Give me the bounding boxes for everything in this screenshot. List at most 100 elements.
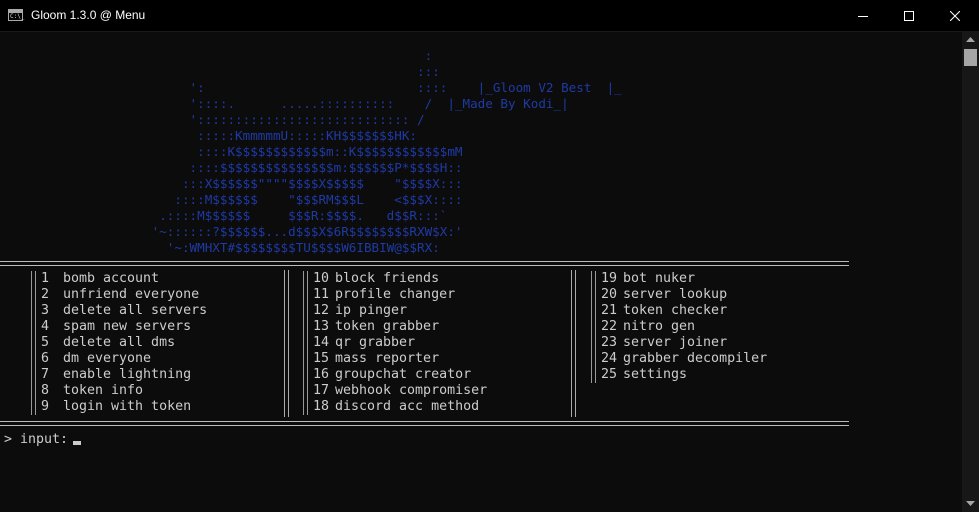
- menu-column-2: 10 block friends 11 profile changer 12 ip p…: [303, 271, 487, 415]
- menu-item-delete-all-dms[interactable]: 5 delete all dms: [31, 335, 207, 351]
- menu-item-label: settings: [623, 367, 688, 382]
- scroll-up-button[interactable]: [962, 31, 979, 48]
- menu-item-label: delete all servers: [63, 303, 208, 318]
- column-divider: [571, 270, 576, 417]
- menu-item-token-info[interactable]: 8 token info: [31, 383, 207, 399]
- vertical-scrollbar[interactable]: [962, 31, 979, 512]
- maximize-button[interactable]: [886, 0, 932, 31]
- close-icon: [950, 10, 960, 21]
- menu-item-spam-new-servers[interactable]: 4 spam new servers: [31, 319, 207, 335]
- separator-top: [0, 261, 849, 266]
- menu-item-number: 19: [601, 271, 618, 286]
- menu-item-server-lookup[interactable]: 20 server lookup: [591, 287, 767, 303]
- menu-item-number: 6: [41, 351, 50, 366]
- menu-item-label: delete all dms: [63, 335, 176, 350]
- menu-item-token-grabber[interactable]: 13 token grabber: [303, 319, 487, 335]
- menu-item-number: 5: [41, 335, 50, 350]
- menu-item-label: dm everyone: [63, 351, 152, 366]
- menu-item-label: token grabber: [335, 319, 440, 334]
- menu-item-number: 11: [313, 287, 330, 302]
- menu-item-label: mass reporter: [335, 351, 440, 366]
- menu-item-number: 10: [313, 271, 330, 286]
- menu-item-enable-lightning[interactable]: 7 enable lightning: [31, 367, 207, 383]
- menu-item-grabber-decompiler[interactable]: 24 grabber decompiler: [591, 351, 767, 367]
- menu-item-number: 9: [41, 399, 50, 414]
- menu-item-label: token info: [63, 383, 144, 398]
- menu-item-number: 12: [313, 303, 330, 318]
- menu-item-label: login with token: [63, 399, 192, 414]
- menu-item-number: 1: [41, 271, 50, 286]
- menu-item-label: server joiner: [623, 335, 728, 350]
- menu-item-label: profile changer: [335, 287, 456, 302]
- menu-item-number: 23: [601, 335, 618, 350]
- close-button[interactable]: [932, 0, 978, 31]
- scrollbar-thumb[interactable]: [964, 49, 977, 66]
- menu-item-number: 3: [41, 303, 50, 318]
- ascii-art-banner: : ::: ': :::: |_Gloom V2 Best |_ '::::. …: [151, 48, 622, 255]
- menu-item-mass-reporter[interactable]: 15 mass reporter: [303, 351, 487, 367]
- menu-item-label: groupchat creator: [335, 367, 472, 382]
- menu-item-settings[interactable]: 25 settings: [591, 367, 767, 383]
- menu-item-label: qr grabber: [335, 335, 416, 350]
- menu-item-number: 18: [313, 399, 330, 414]
- menu-item-label: server lookup: [623, 287, 728, 302]
- console-icon[interactable]: C:\_: [8, 9, 25, 21]
- menu-item-number: 17: [313, 383, 330, 398]
- menu-item-label: unfriend everyone: [63, 287, 200, 302]
- menu-item-discord-acc-method[interactable]: 18 discord acc method: [303, 399, 487, 415]
- menu-item-login-with-token[interactable]: 9 login with token: [31, 399, 207, 415]
- menu-item-number: 25: [601, 367, 618, 382]
- menu-item-ip-pinger[interactable]: 12 ip pinger: [303, 303, 487, 319]
- window-title: Gloom 1.3.0 @ Menu: [31, 8, 146, 22]
- menu-item-number: 4: [41, 319, 50, 334]
- menu-item-delete-all-servers[interactable]: 3 delete all servers: [31, 303, 207, 319]
- menu-item-label: bomb account: [63, 271, 160, 286]
- menu-item-token-checker[interactable]: 21 token checker: [591, 303, 767, 319]
- menu-item-number: 15: [313, 351, 330, 366]
- menu-item-dm-everyone[interactable]: 6 dm everyone: [31, 351, 207, 367]
- menu-item-number: 20: [601, 287, 618, 302]
- menu-item-bot-nuker[interactable]: 19 bot nuker: [591, 271, 767, 287]
- menu-item-nitro-gen[interactable]: 22 nitro gen: [591, 319, 767, 335]
- menu-item-label: nitro gen: [623, 319, 696, 334]
- menu-item-webhook-compromiser[interactable]: 17 webhook compromiser: [303, 383, 487, 399]
- menu-item-label: enable lightning: [63, 367, 192, 382]
- menu-item-groupchat-creator[interactable]: 16 groupchat creator: [303, 367, 487, 383]
- menu-item-label: grabber decompiler: [623, 351, 768, 366]
- menu-item-unfriend-everyone[interactable]: 2 unfriend everyone: [31, 287, 207, 303]
- title-bar: C:\_ Gloom 1.3.0 @ Menu: [0, 0, 979, 32]
- menu-item-number: 21: [601, 303, 618, 318]
- separator-bottom: [0, 421, 849, 426]
- maximize-icon: [904, 10, 914, 21]
- text-cursor[interactable]: [73, 441, 81, 445]
- menu-item-qr-grabber[interactable]: 14 qr grabber: [303, 335, 487, 351]
- menu-item-label: block friends: [335, 271, 440, 286]
- menu-item-label: bot nuker: [623, 271, 696, 286]
- minimize-icon: [858, 15, 868, 17]
- menu-item-bomb-account[interactable]: 1 bomb account: [31, 271, 207, 287]
- minimize-button[interactable]: [840, 0, 886, 31]
- menu-item-profile-changer[interactable]: 11 profile changer: [303, 287, 487, 303]
- menu-item-label: spam new servers: [63, 319, 192, 334]
- menu-item-number: 2: [41, 287, 50, 302]
- menu-column-1: 1 bomb account 2 unfriend everyone 3 delete…: [31, 271, 207, 415]
- menu-item-label: webhook compromiser: [335, 383, 488, 398]
- menu-item-block-friends[interactable]: 10 block friends: [303, 271, 487, 287]
- menu-item-label: token checker: [623, 303, 728, 318]
- menu-item-number: 14: [313, 335, 330, 350]
- menu-item-number: 22: [601, 319, 618, 334]
- menu-item-number: 7: [41, 367, 50, 382]
- column-divider: [284, 270, 289, 417]
- menu-item-number: 16: [313, 367, 330, 382]
- menu-item-label: ip pinger: [335, 303, 408, 318]
- menu-item-number: 13: [313, 319, 330, 334]
- menu-item-number: 24: [601, 351, 618, 366]
- input-prompt: > input:: [4, 432, 77, 447]
- chevron-down-icon: [966, 501, 975, 506]
- chevron-up-icon: [966, 37, 975, 42]
- scroll-down-button[interactable]: [962, 495, 979, 512]
- console-icon-text: C:\_: [10, 13, 25, 20]
- menu-column-3: 19 bot nuker 20 server lookup 21 token chec…: [591, 271, 767, 383]
- menu-item-label: discord acc method: [335, 399, 480, 414]
- menu-item-server-joiner[interactable]: 23 server joiner: [591, 335, 767, 351]
